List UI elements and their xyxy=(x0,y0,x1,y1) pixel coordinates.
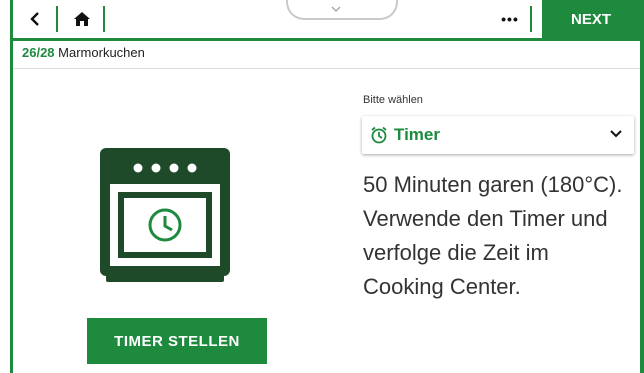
oven-timer-icon xyxy=(100,148,230,282)
mode-select[interactable]: Timer xyxy=(362,116,634,154)
back-button[interactable] xyxy=(15,0,55,38)
next-button[interactable]: NEXT xyxy=(542,0,640,38)
chevron-down-icon xyxy=(610,130,622,138)
step-description: 50 Minuten garen (180°C). Verwende den T… xyxy=(363,172,623,299)
alarm-clock-icon xyxy=(370,126,388,144)
breadcrumb: 26/28 Marmorkuchen xyxy=(22,45,145,60)
select-value: Timer xyxy=(394,125,440,144)
step-counter: 26/28 xyxy=(22,45,55,60)
left-border xyxy=(10,0,13,373)
breadcrumb-divider xyxy=(13,68,640,69)
toolbar-divider xyxy=(56,6,58,32)
toolbar-divider xyxy=(103,6,105,32)
pull-down-handle[interactable] xyxy=(286,0,398,20)
app-frame: ••• NEXT 26/28 Marmorkuchen TIMER STELLE… xyxy=(0,0,644,373)
more-options-button[interactable]: ••• xyxy=(490,0,530,38)
home-icon xyxy=(74,12,90,26)
topbar-underline xyxy=(13,38,640,41)
right-border xyxy=(640,0,644,373)
set-timer-button[interactable]: TIMER STELLEN xyxy=(87,318,267,364)
select-label: Bitte wählen xyxy=(363,94,423,106)
toolbar-divider xyxy=(530,6,532,32)
home-button[interactable] xyxy=(62,0,102,38)
chevron-down-icon xyxy=(331,6,341,13)
chevron-left-icon xyxy=(30,12,39,26)
recipe-title: Marmorkuchen xyxy=(58,45,145,60)
